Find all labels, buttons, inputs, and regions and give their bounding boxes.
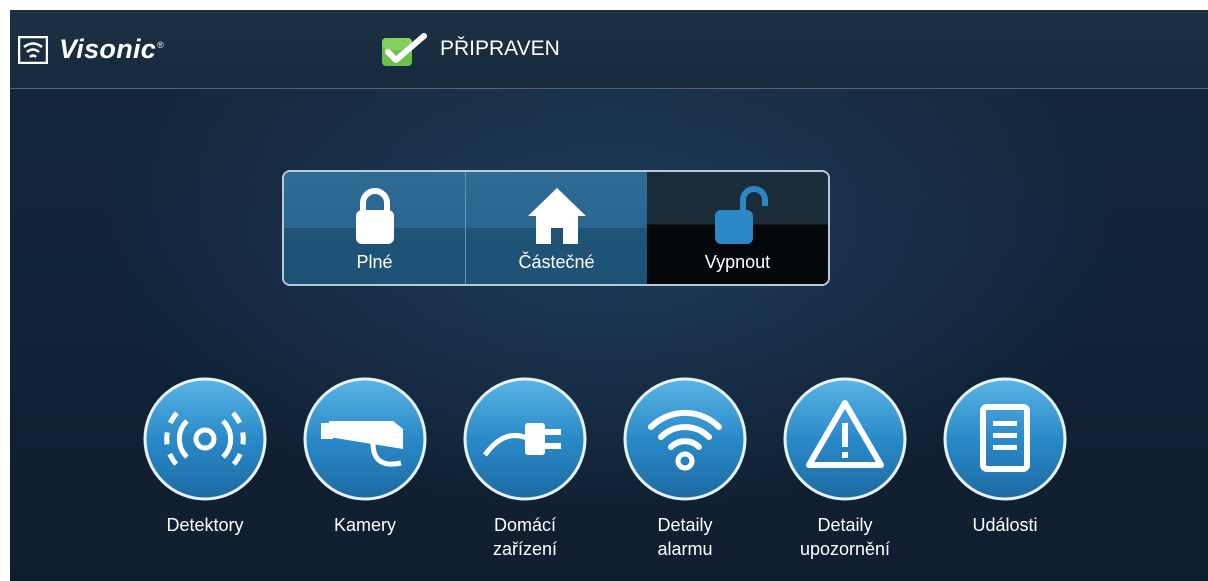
- system-status: PŘIPRAVEN: [380, 32, 560, 68]
- check-icon: [382, 33, 427, 66]
- wifi-icon: [623, 377, 747, 501]
- arm-partial-button[interactable]: Částečné: [466, 172, 647, 284]
- visonic-logo-icon: [18, 35, 48, 64]
- status-text: PŘIPRAVEN: [440, 37, 560, 60]
- tile-alarm-details-label: Detaily alarmu: [657, 515, 713, 559]
- tile-events-label: Události: [972, 515, 1038, 535]
- tile-cameras-label: Kamery: [333, 515, 396, 535]
- brand-name: Visonic: [59, 34, 157, 64]
- brand-logo: Visonic ®: [18, 34, 164, 65]
- home-icon: [527, 188, 586, 244]
- sensor-icon: [143, 377, 267, 501]
- lock-closed-icon: [355, 188, 394, 244]
- camera-icon: [303, 377, 427, 501]
- arm-partial-label: Částečné: [518, 252, 595, 272]
- tile-events[interactable]: Události: [925, 377, 1085, 537]
- feature-tiles: Detektory Kamery Domácí zařízení Detaily…: [10, 377, 1208, 577]
- document-icon: [943, 377, 1067, 501]
- plug-icon: [463, 377, 587, 501]
- registered-mark: ®: [157, 39, 164, 50]
- top-bar: Visonic ® PŘIPRAVEN: [10, 10, 1208, 89]
- lock-open-icon: [714, 186, 768, 244]
- tile-home-devices[interactable]: Domácí zařízení: [445, 377, 605, 561]
- arm-full-button[interactable]: Plné: [284, 172, 466, 284]
- app-window: Visonic ® PŘIPRAVEN Plné Částečné Vypnou…: [10, 10, 1208, 581]
- arm-full-label: Plné: [356, 252, 393, 272]
- tile-alarm-details[interactable]: Detaily alarmu: [605, 377, 765, 561]
- disarm-button[interactable]: Vypnout: [647, 172, 828, 284]
- tile-alert-details-label: Detaily upozornění: [799, 515, 891, 559]
- tile-cameras[interactable]: Kamery: [285, 377, 445, 537]
- warning-icon: [783, 377, 907, 501]
- tile-alert-details[interactable]: Detaily upozornění: [765, 377, 925, 561]
- tile-detectors[interactable]: Detektory: [125, 377, 285, 537]
- arm-mode-selector: Plné Částečné Vypnout: [282, 170, 830, 286]
- disarm-label: Vypnout: [704, 252, 771, 272]
- tile-detectors-label: Detektory: [166, 515, 244, 535]
- tile-home-devices-label: Domácí zařízení: [492, 515, 558, 559]
